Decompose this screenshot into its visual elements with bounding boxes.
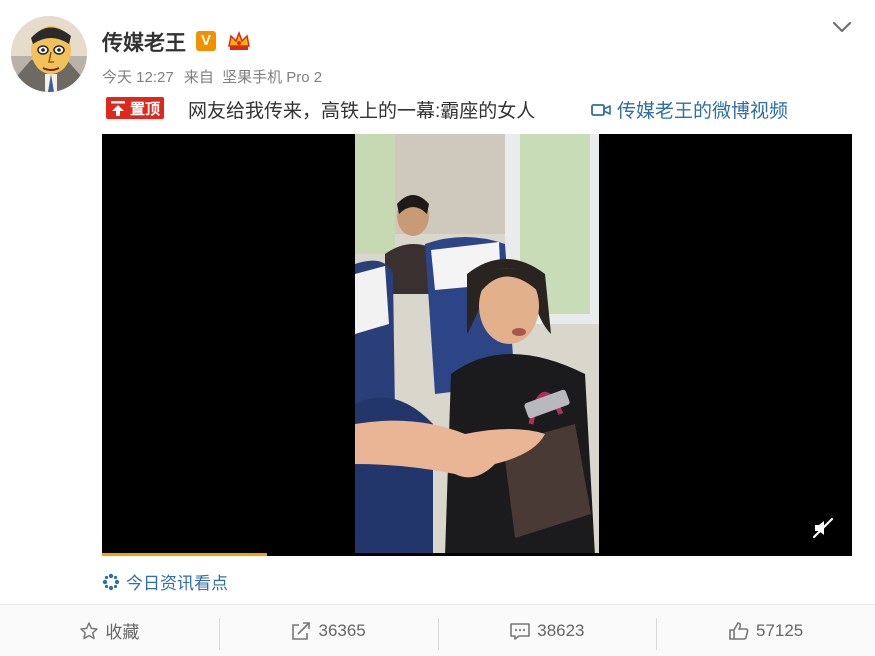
post-device[interactable]: 坚果手机 Pro 2 [222, 69, 322, 86]
post-meta: 今天 12:27 来自 坚果手机 Pro 2 [102, 66, 328, 87]
like-count: 57125 [755, 620, 804, 640]
topic-link[interactable]: 今日资讯看点 [102, 569, 228, 594]
mute-icon[interactable] [812, 517, 834, 539]
pinned-badge: 置顶 [106, 97, 165, 119]
share-icon [292, 621, 311, 640]
video-player[interactable] [102, 134, 852, 556]
topic-label: 今日资讯看点 [126, 574, 228, 593]
video-frame [355, 134, 599, 556]
avatar[interactable] [11, 16, 87, 92]
video-camera-icon [591, 103, 611, 116]
weibo-post-card: 传媒老王 V 今天 12:27 来自 坚果手机 Pro 2 置顶 网友给我传来，… [0, 0, 875, 656]
favorite-button[interactable]: 收藏 [0, 605, 219, 656]
author-name[interactable]: 传媒老王 [102, 27, 186, 57]
chevron-down-icon[interactable] [832, 18, 852, 36]
post-text: 网友给我传来，高铁上的一幕:霸座的女人 [188, 101, 536, 122]
repost-button[interactable]: 36365 [218, 605, 438, 656]
comment-count: 38623 [537, 620, 585, 640]
post-from-label: 来自 [183, 69, 214, 86]
thumbs-up-icon [729, 621, 749, 640]
repost-count: 36365 [318, 620, 366, 640]
video-source-label: 传媒老王的微博视频 [617, 101, 789, 122]
video-progress-bar[interactable] [102, 553, 852, 556]
crown-icon[interactable] [226, 28, 252, 54]
comment-icon [510, 622, 531, 640]
star-icon [80, 621, 99, 639]
action-bar: 收藏 36365 38623 57125 [0, 604, 875, 656]
like-button[interactable]: 57125 [656, 605, 875, 656]
topic-icon [102, 573, 120, 590]
post-time[interactable]: 今天 12:27 [102, 69, 174, 86]
avatar-illustration [11, 16, 87, 92]
pinned-label: 置顶 [130, 100, 161, 118]
verified-v-icon: V [196, 31, 216, 51]
video-source-link[interactable]: 传媒老王的微博视频 [591, 96, 788, 123]
video-progress-fill [102, 553, 267, 556]
favorite-label: 收藏 [105, 623, 140, 642]
comment-button[interactable]: 38623 [437, 605, 657, 656]
pin-icon [111, 101, 125, 116]
